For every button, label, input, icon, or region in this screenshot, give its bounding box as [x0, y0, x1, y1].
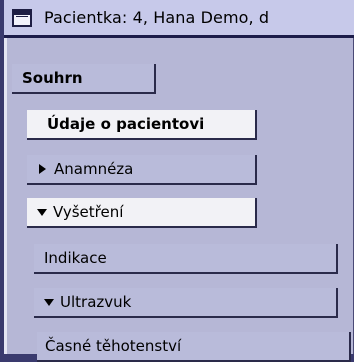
- sidebar-item-anamneza[interactable]: Anamnéza: [27, 155, 257, 185]
- collapse-arrow-icon: [37, 208, 47, 216]
- sidebar-item-souhrn[interactable]: Souhrn: [12, 64, 156, 94]
- expand-arrow-icon: [39, 164, 46, 174]
- sidebar-item-label: Indikace: [44, 249, 107, 267]
- window-icon[interactable]: [12, 9, 32, 27]
- window-title: Pacientka: 4, Hana Demo, d: [44, 8, 270, 27]
- sidebar-item-vysetreni[interactable]: Vyšetření: [27, 198, 257, 228]
- sidebar-item-ultrazvuk[interactable]: Ultrazvuk: [34, 288, 338, 318]
- sidebar-item-label: Souhrn: [22, 69, 83, 87]
- sidebar-item-indikace[interactable]: Indikace: [34, 244, 338, 274]
- sidebar-item-label: Časné těhotenství: [45, 337, 182, 355]
- collapse-arrow-icon: [44, 298, 54, 306]
- sidebar-item-label: Anamnéza: [54, 160, 134, 178]
- sidebar-item-udaje-o-pacientovi[interactable]: Údaje o pacientovi: [27, 110, 257, 140]
- sidebar-item-casne-tehotenstvi[interactable]: Časné těhotenství: [37, 332, 351, 362]
- sidebar-item-label: Ultrazvuk: [60, 293, 132, 311]
- sidebar-item-label: Vyšetření: [53, 203, 124, 221]
- title-bar[interactable]: Pacientka: 4, Hana Demo, d: [4, 0, 354, 38]
- sidebar-item-label: Údaje o pacientovi: [47, 115, 205, 133]
- main-area: Souhrn Údaje o pacientovi Anamnéza Vyšet…: [4, 38, 354, 362]
- navigation-sidebar: Souhrn Údaje o pacientovi Anamnéza Vyšet…: [7, 38, 353, 362]
- app-window: Pacientka: 4, Hana Demo, d Souhrn Údaje …: [0, 0, 354, 362]
